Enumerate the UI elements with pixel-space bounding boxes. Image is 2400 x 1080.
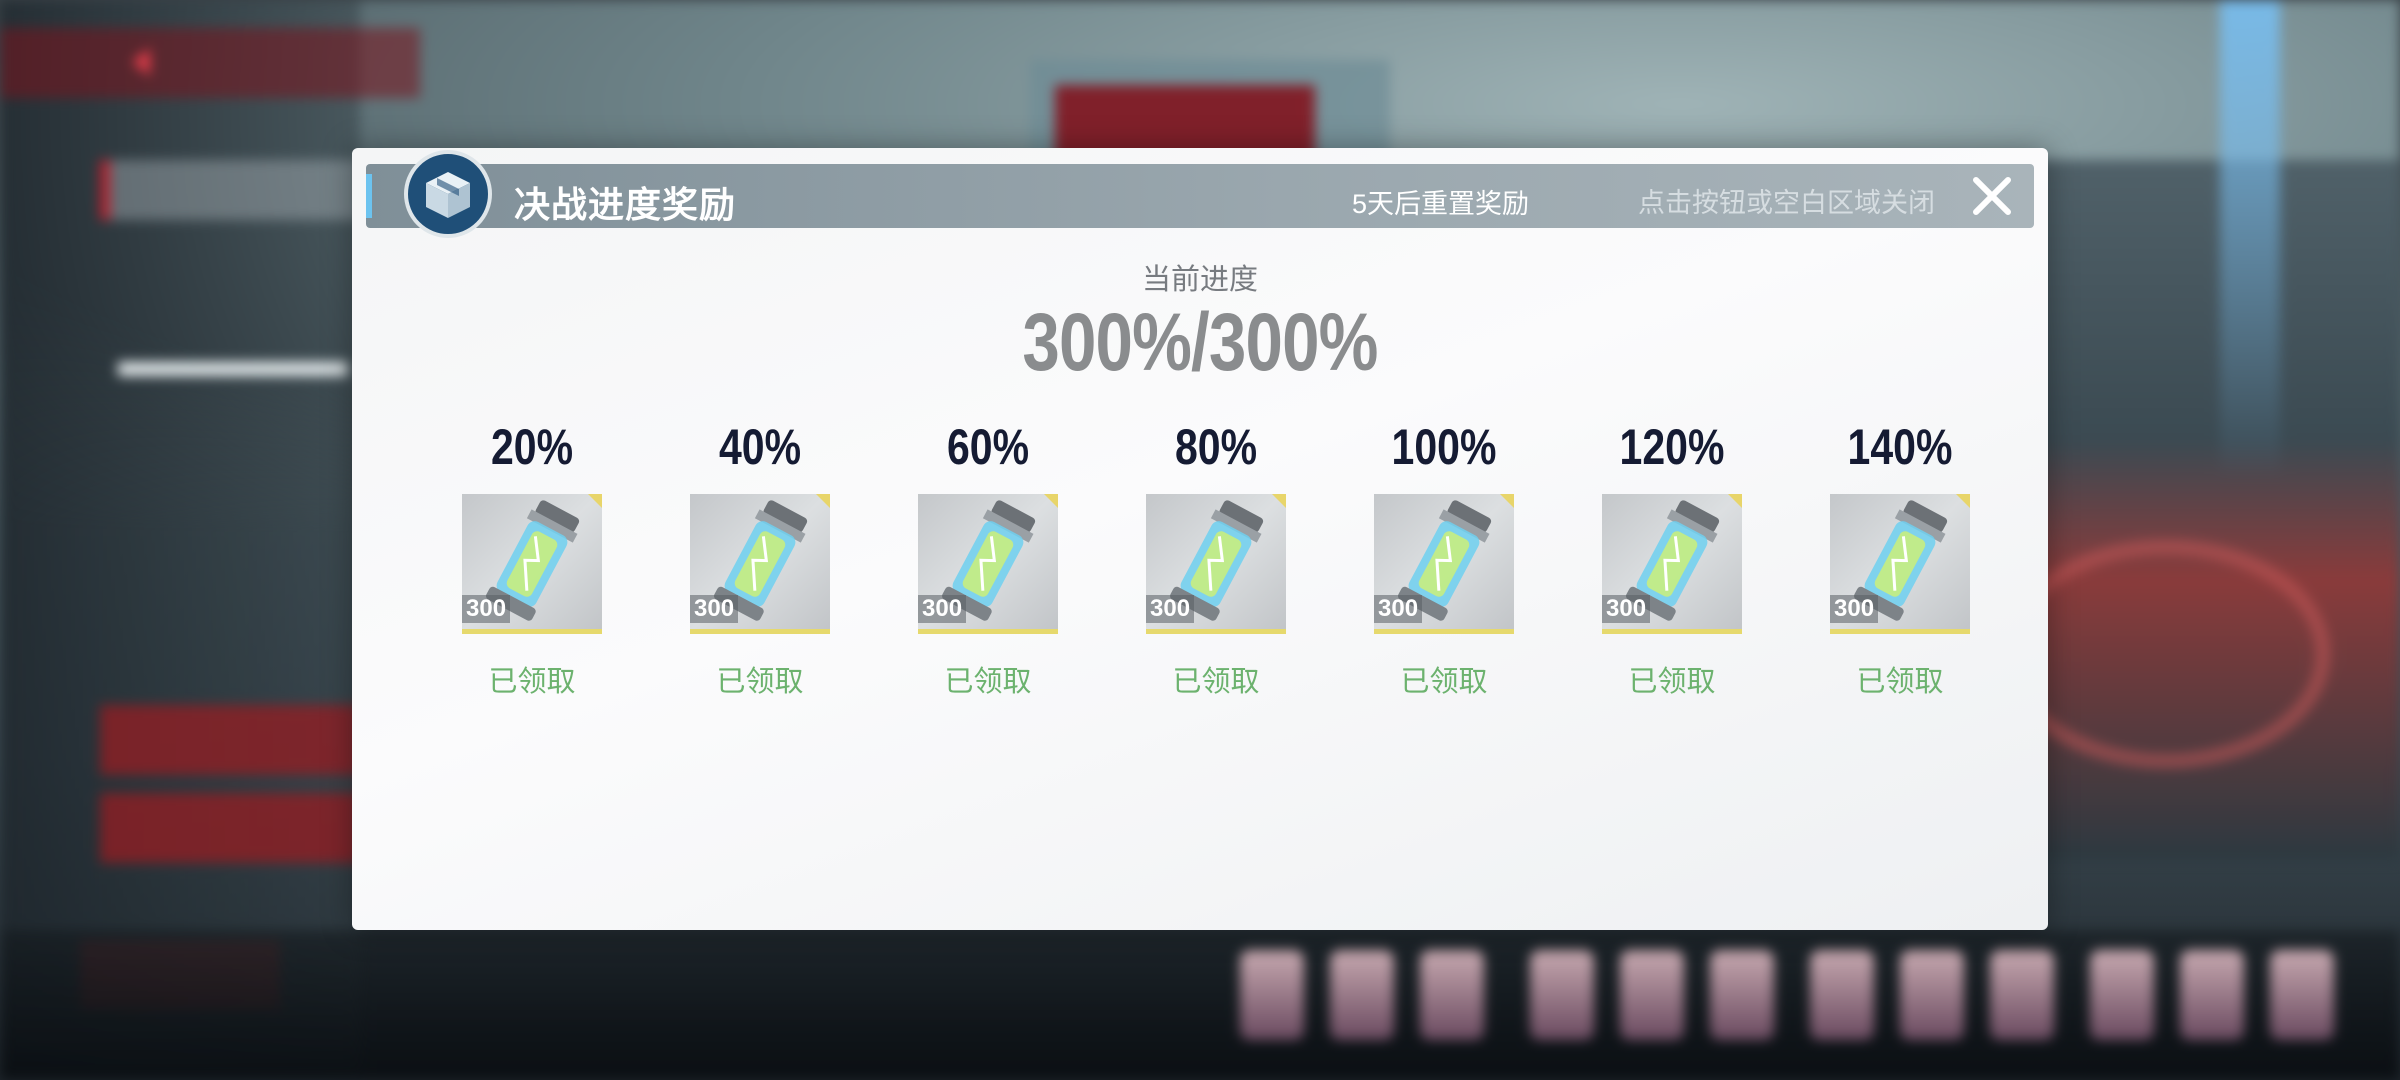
rarity-corner [1044, 494, 1058, 508]
reward-quantity: 300 [462, 595, 511, 623]
dialog-header: 决战进度奖励 5天后重置奖励 点击按钮或空白区域关闭 [366, 150, 2034, 238]
milestone-percent: 60% [946, 419, 1030, 475]
milestone-percent: 100% [1391, 419, 1497, 475]
milestone-percent: 120% [1619, 419, 1725, 475]
header-accent [366, 174, 372, 218]
reward-item[interactable]: 300 [918, 494, 1058, 634]
milestone-percent: 140% [1847, 419, 1953, 475]
claimed-status: 已领取 [716, 666, 804, 698]
background-portrait [1990, 950, 2054, 1040]
claimed-status: 已领取 [1628, 666, 1716, 698]
reward-milestone: 80% 300 已领取 [1136, 418, 1296, 698]
claimed-status: 已领取 [1400, 666, 1488, 698]
background-button [100, 705, 360, 775]
background-portrait [1710, 950, 1774, 1040]
current-progress-label: 当前进度 [1141, 264, 1258, 296]
milestone-percent: 20% [490, 419, 574, 475]
reward-item[interactable]: 300 [1830, 494, 1970, 634]
rarity-corner [1956, 494, 1970, 508]
rarity-corner [1500, 494, 1514, 508]
background-progress-bar [118, 362, 348, 376]
background-ring [2002, 540, 2330, 768]
background-mode-title [100, 160, 360, 220]
rarity-corner [1728, 494, 1742, 508]
reward-milestone: 60% 300 已领取 [908, 418, 1068, 698]
background-back-strip [0, 28, 420, 98]
reward-quantity: 300 [690, 595, 739, 623]
claimed-status: 已领取 [1856, 666, 1944, 698]
background-portrait [1620, 950, 1684, 1040]
dialog-title: 决战进度奖励 [514, 184, 737, 225]
reward-item[interactable]: 300 [690, 494, 830, 634]
background-portrait [1900, 950, 1964, 1040]
battle-progress-reward-dialog: 决战进度奖励 5天后重置奖励 点击按钮或空白区域关闭 当前进度 300%/300… [352, 148, 2048, 930]
claimed-status: 已领取 [488, 666, 576, 698]
background-light-beam [2220, 0, 2280, 480]
background-portrait [2090, 950, 2154, 1040]
current-progress-value: 300%/300% [1022, 297, 1378, 388]
background-portrait [1420, 950, 1484, 1040]
background-button [100, 793, 360, 863]
reward-item[interactable]: 300 [1602, 494, 1742, 634]
claimed-status: 已领取 [944, 666, 1032, 698]
reward-milestone: 140% 300 已领取 [1820, 418, 1980, 698]
background-portrait [2180, 950, 2244, 1040]
reward-milestone: 100% 300 已领取 [1364, 418, 1524, 698]
supply-box-icon [404, 150, 492, 238]
reward-quantity: 300 [1146, 595, 1195, 623]
reward-quantity: 300 [918, 595, 967, 623]
reset-countdown: 5天后重置奖励 [1352, 189, 1530, 219]
reward-item[interactable]: 300 [462, 494, 602, 634]
reward-milestone: 120% 300 已领取 [1592, 418, 1752, 698]
close-hint: 点击按钮或空白区域关闭 [1638, 188, 1935, 218]
background-portrait [1530, 950, 1594, 1040]
reward-item[interactable]: 300 [1146, 494, 1286, 634]
rarity-corner [588, 494, 602, 508]
background-portrait [2270, 950, 2334, 1040]
close-icon [1973, 177, 2011, 215]
reward-quantity: 300 [1374, 595, 1423, 623]
reward-track: 20% 300 已领取 40% 300 已领取 60% 300 已领取 80% … [452, 418, 1970, 698]
background-back-arrow-icon [132, 48, 150, 76]
milestone-percent: 80% [1174, 419, 1258, 475]
rarity-corner [816, 494, 830, 508]
background-portrait [1330, 950, 1394, 1040]
rarity-corner [1272, 494, 1286, 508]
reward-milestone: 20% 300 已领取 [452, 418, 612, 698]
milestone-percent: 40% [718, 419, 802, 475]
reward-item[interactable]: 300 [1374, 494, 1514, 634]
claimed-status: 已领取 [1172, 666, 1260, 698]
reward-quantity: 300 [1830, 595, 1879, 623]
background-portrait [1810, 950, 1874, 1040]
reward-quantity: 300 [1602, 595, 1651, 623]
close-button[interactable] [1966, 172, 2018, 220]
reward-milestone: 40% 300 已领取 [680, 418, 840, 698]
background-portrait [1240, 950, 1304, 1040]
